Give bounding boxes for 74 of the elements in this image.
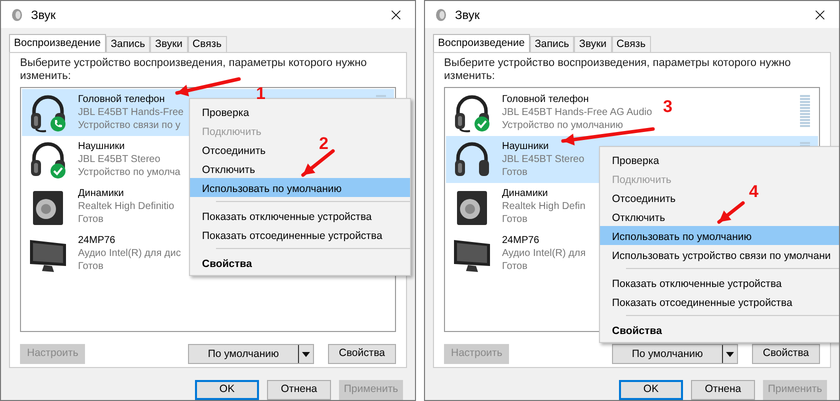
- properties-button[interactable]: Свойства: [752, 344, 820, 364]
- annotation-arrow: [717, 201, 745, 224]
- device-driver: Аудио Intel(R) для: [502, 247, 586, 260]
- tab[interactable]: Запись: [530, 36, 574, 52]
- device-status: Готов: [502, 166, 528, 179]
- instruction-text: Выберите устройство воспроизведения, параметры которого нужно изменить:: [20, 57, 368, 83]
- tab[interactable]: Воспроизведение: [9, 34, 106, 52]
- window-title: Звук: [455, 6, 480, 24]
- menu-item[interactable]: Показать отсоединенные устройства: [612, 297, 792, 309]
- menu-item[interactable]: Свойства: [612, 325, 662, 337]
- menu-item[interactable]: Свойства: [202, 258, 252, 270]
- menu-item[interactable]: Проверка: [612, 155, 660, 167]
- instruction-text: Выберите устройство воспроизведения, параметры которого нужно изменить:: [444, 57, 792, 83]
- volume-meter: [800, 95, 810, 129]
- device-driver: Realtek High Definitio: [78, 200, 174, 213]
- caret-icon[interactable]: [726, 352, 734, 357]
- tab[interactable]: Воспроизведение: [433, 34, 530, 52]
- menu-item[interactable]: Показать отключенные устройства: [202, 211, 372, 223]
- dialog-button[interactable]: OK: [195, 380, 259, 400]
- menu-item[interactable]: Отключить: [612, 212, 666, 224]
- step-number: 4: [749, 182, 758, 201]
- device-name: Наушники: [78, 140, 126, 153]
- device-name: Динамики: [78, 187, 125, 200]
- device-name: 24MP76: [502, 234, 540, 247]
- device-status: Готов: [78, 260, 104, 273]
- device-driver: JBL E45BT Stereo: [502, 153, 584, 166]
- device-name: Динамики: [502, 187, 549, 200]
- device-driver: JBL E45BT Hands-Free AG Audio: [502, 106, 652, 119]
- tab[interactable]: Запись: [106, 36, 150, 52]
- device-status: Устройство по умолча: [78, 166, 180, 179]
- menu-item[interactable]: Показать отключенные устройства: [612, 278, 782, 290]
- menu-item[interactable]: Отсоединить: [202, 145, 266, 157]
- caret-icon[interactable]: [302, 352, 310, 357]
- menu-item[interactable]: Использовать по умолчанию: [612, 231, 752, 243]
- device-status: Устройство по умолчанию: [502, 119, 624, 132]
- device-status: Готов: [502, 213, 528, 226]
- device-name: Наушники: [502, 140, 550, 153]
- speaker-icon: [435, 8, 447, 22]
- menu-item-highlight[interactable]: Использовать по умолчанию: [190, 178, 410, 197]
- tab[interactable]: Звуки: [574, 36, 612, 52]
- tab[interactable]: Связь: [188, 36, 227, 52]
- device-driver: Аудио Intel(R) для дис: [78, 247, 181, 260]
- default-button-label[interactable]: По умолчанию: [612, 345, 722, 363]
- step-number: 3: [663, 97, 672, 116]
- device-name: Головной телефон: [502, 93, 590, 106]
- default-button-label[interactable]: По умолчанию: [188, 345, 298, 363]
- step-number: 2: [319, 134, 328, 153]
- menu-item[interactable]: Отключить: [202, 164, 256, 176]
- dialog-button[interactable]: OK: [619, 380, 683, 400]
- speaker-icon: [11, 8, 23, 22]
- default-split-button[interactable]: По умолчанию: [612, 344, 738, 364]
- annotation-arrow: [175, 77, 241, 96]
- menu-item-highlight[interactable]: Использовать по умолчанию: [600, 226, 839, 245]
- default-split-button[interactable]: По умолчанию: [188, 344, 314, 364]
- device-name: 24MP76: [78, 234, 116, 247]
- tab[interactable]: Связь: [612, 36, 651, 52]
- tab[interactable]: Звуки: [150, 36, 188, 52]
- annotation-arrow: [301, 149, 335, 177]
- device-status: Устройство связи по у: [78, 119, 182, 132]
- device-driver: Realtek High Defin: [502, 200, 586, 213]
- device-name: Головной телефон: [78, 93, 166, 106]
- properties-button[interactable]: Свойства: [328, 344, 396, 364]
- menu-item[interactable]: Проверка: [202, 107, 250, 119]
- device-status: Готов: [502, 260, 528, 273]
- dialog-button[interactable]: Отнена: [267, 380, 331, 400]
- menu-item[interactable]: Показать отсоединенные устройства: [202, 230, 382, 242]
- device-driver: JBL E45BT Hands-Free: [78, 106, 184, 119]
- menu-item[interactable]: Использовать устройство связи по умолчани: [612, 250, 831, 262]
- device-driver: JBL E45BT Stereo: [78, 153, 162, 166]
- menu-item[interactable]: Использовать по умолчанию: [202, 183, 342, 195]
- menu-item[interactable]: Отсоединить: [612, 193, 676, 205]
- device-status: Готов: [78, 213, 104, 226]
- dialog-button[interactable]: Отнена: [691, 380, 755, 400]
- window-title: Звук: [31, 6, 56, 24]
